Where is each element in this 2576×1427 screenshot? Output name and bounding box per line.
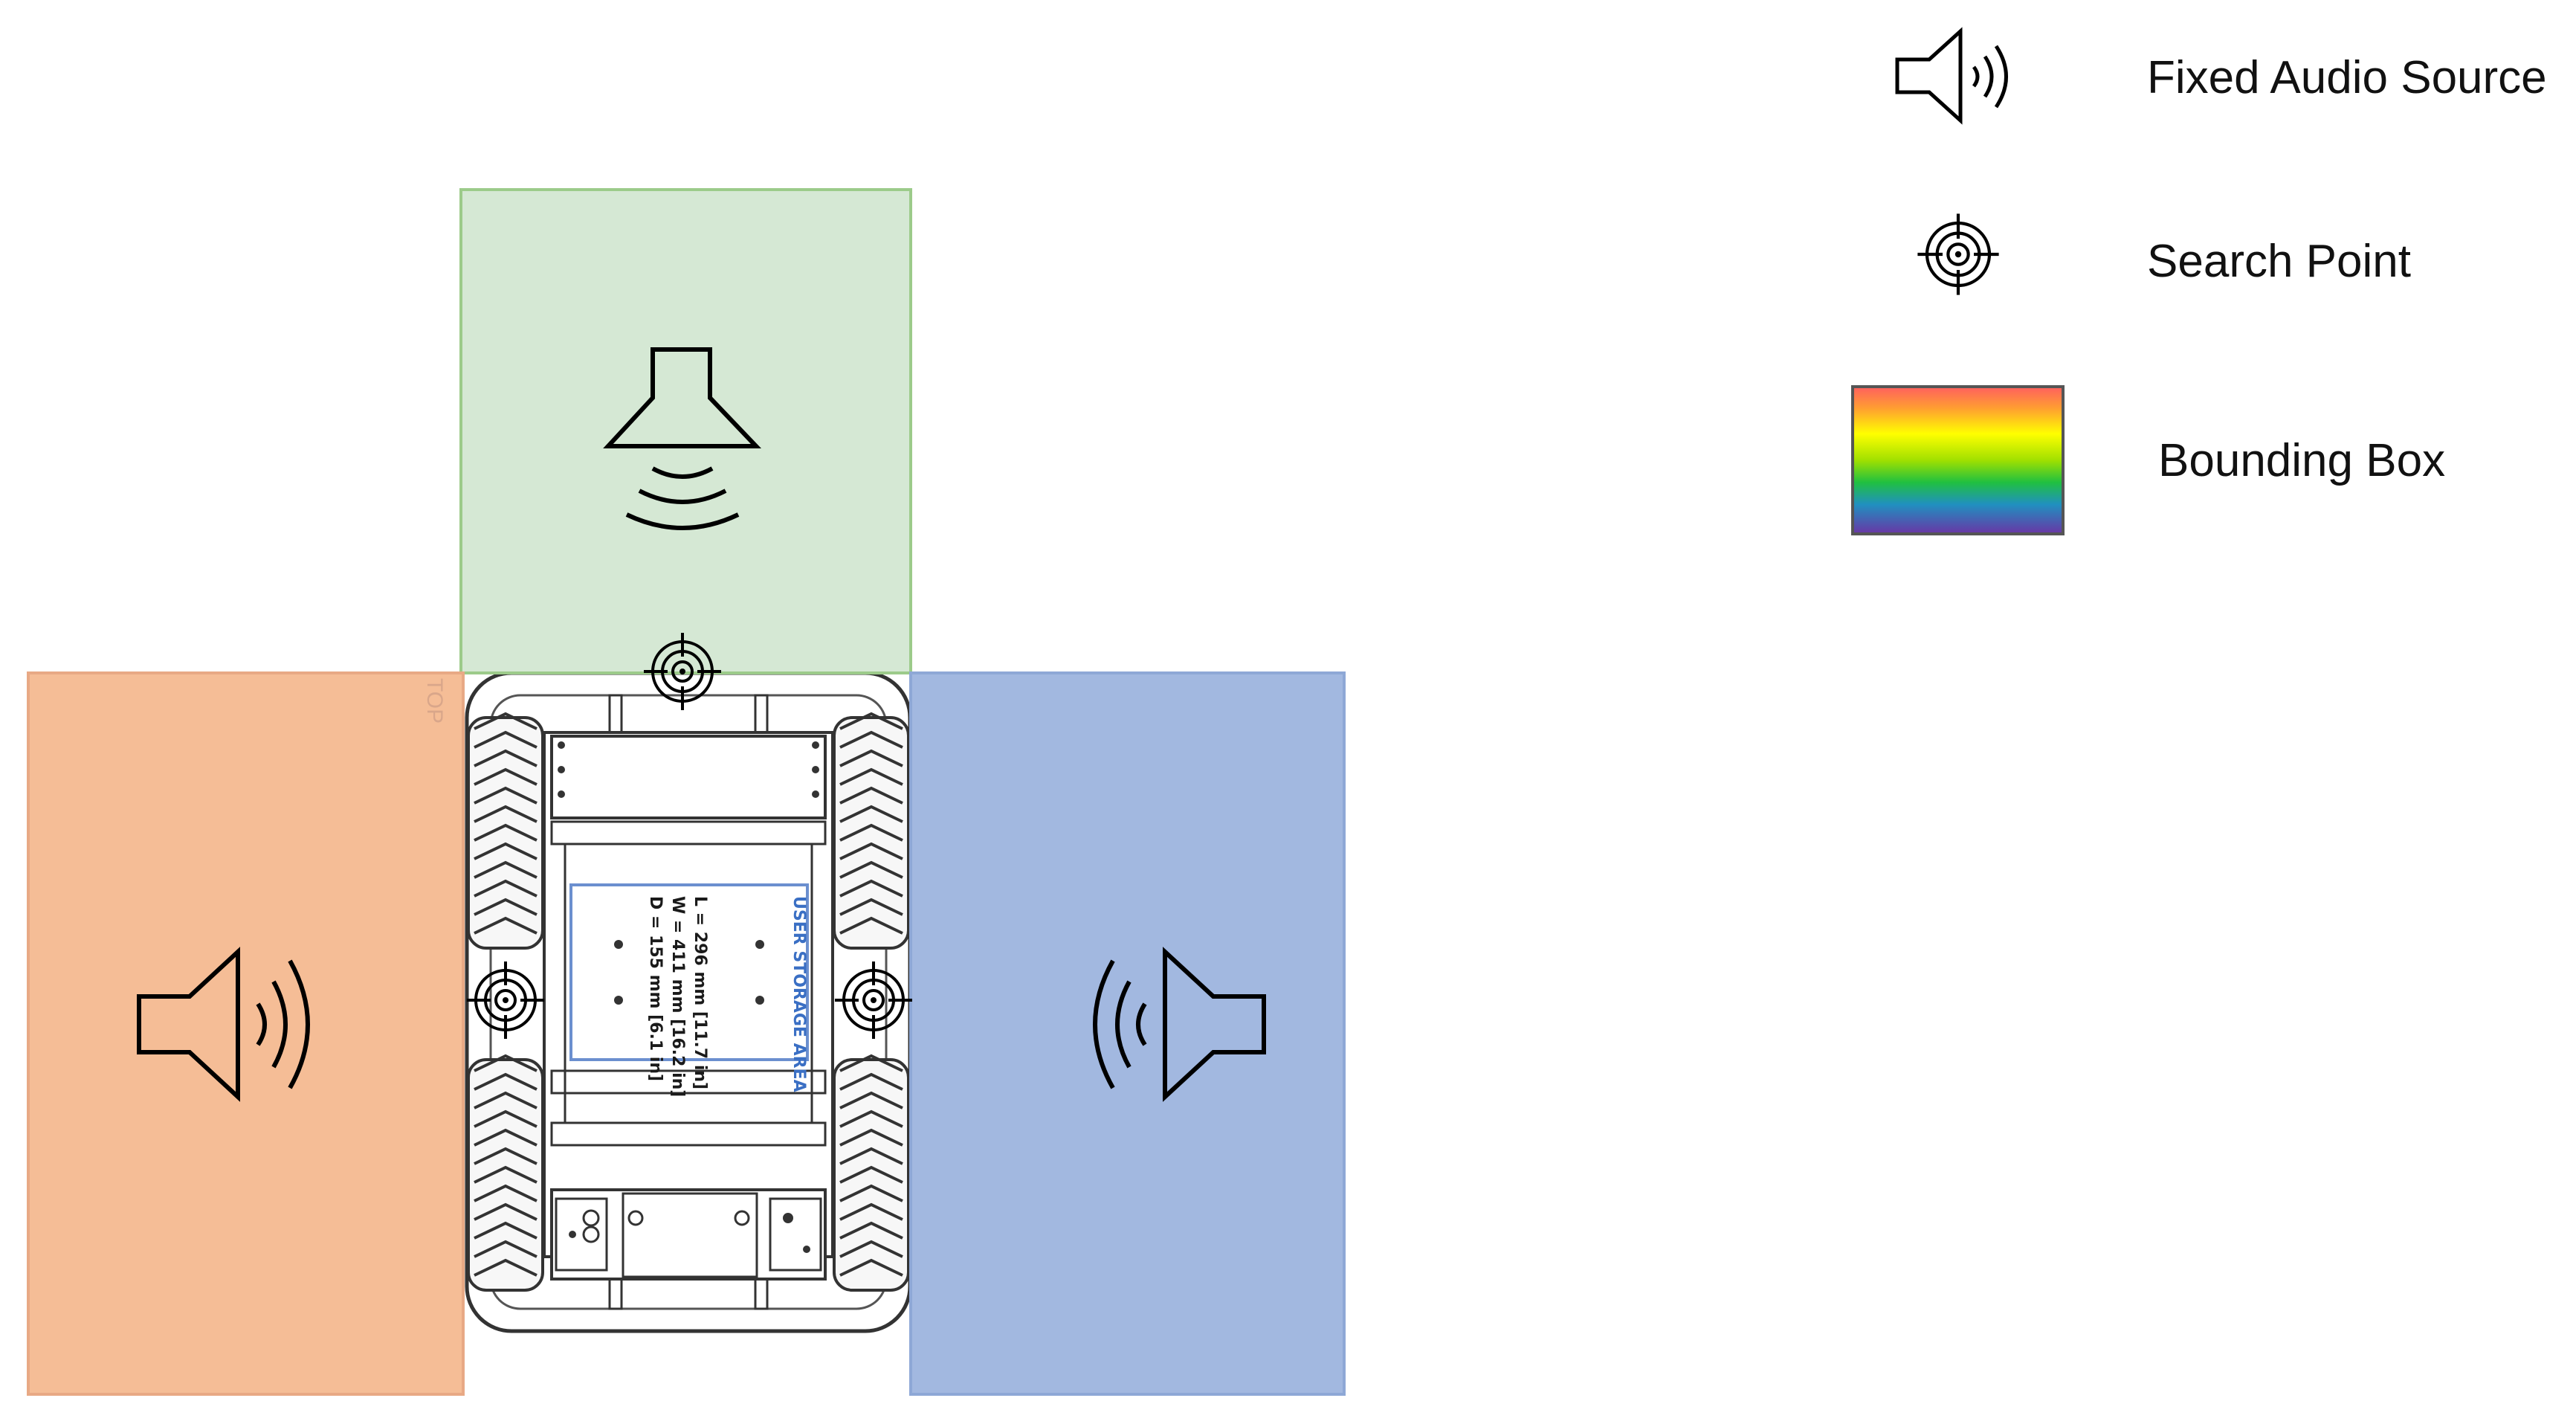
storage-area-title: USER STORAGE AREA [790,896,808,1092]
right-zone [909,671,1346,1396]
legend-bounding-box-label: Bounding Box [2158,435,2445,486]
dimension-length: L = 296 mm [11.7 in] [691,896,709,1089]
speaker-icon [1895,27,2008,125]
dimension-depth: D = 155 mm [6.1 in] [646,896,665,1081]
legend-audio-source-label: Fixed Audio Source [2147,52,2547,103]
top-label: TOP [422,678,447,724]
legend-search-point-label: Search Point [2147,236,2411,287]
dimension-width: W = 411 mm [16.2 in] [668,896,687,1097]
left-zone [27,671,465,1396]
audio-search-diagram: USER STORAGE AREA L = 296 mm [11.7 in] W… [27,27,2547,1396]
legend: Fixed Audio Source Search Point Bounding… [1851,27,2547,535]
front-zone [459,188,912,674]
crosshair-icon [1917,213,1998,294]
bounding-box-swatch [1851,385,2065,535]
